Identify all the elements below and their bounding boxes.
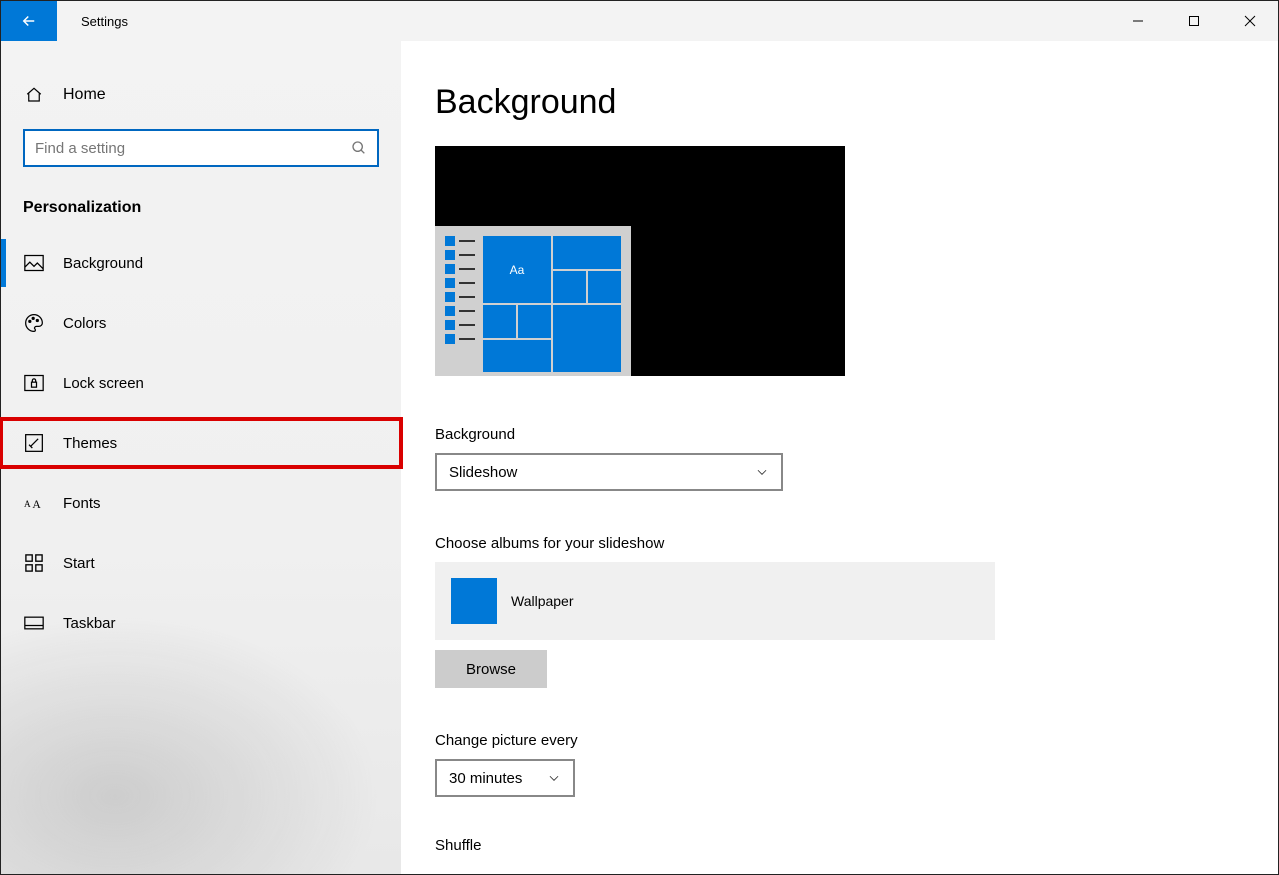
titlebar: Settings — [1, 1, 1278, 41]
change-interval-value: 30 minutes — [449, 770, 522, 787]
close-button[interactable] — [1222, 1, 1278, 41]
background-select[interactable]: Slideshow — [435, 453, 783, 491]
sidebar-home[interactable]: Home — [1, 71, 401, 119]
shadow-decoration — [1, 614, 381, 874]
maximize-icon — [1188, 15, 1200, 27]
change-interval-select[interactable]: 30 minutes — [435, 759, 575, 797]
svg-text:A: A — [24, 499, 31, 509]
search-icon — [351, 140, 367, 156]
window-controls — [1110, 1, 1278, 41]
sidebar-item-label: Start — [63, 555, 95, 572]
sidebar-item-label: Themes — [63, 435, 117, 452]
browse-button[interactable]: Browse — [435, 650, 547, 688]
sidebar-item-label: Fonts — [63, 495, 101, 512]
album-name: Wallpaper — [511, 593, 574, 609]
sidebar-item-label: Lock screen — [63, 375, 144, 392]
sidebar-item-label: Colors — [63, 315, 106, 332]
app-title: Settings — [57, 1, 1110, 41]
start-icon — [23, 552, 45, 574]
sidebar-item-colors[interactable]: Colors — [1, 299, 401, 347]
search-wrap — [23, 129, 379, 167]
fonts-icon: AA — [23, 492, 45, 514]
sidebar-item-label: Taskbar — [63, 615, 116, 632]
arrow-left-icon — [20, 12, 38, 30]
page-title: Background — [435, 83, 1244, 122]
preview-tiles: Aa — [483, 236, 621, 372]
sidebar-home-label: Home — [63, 86, 106, 104]
desktop-preview: Aa — [435, 146, 845, 376]
preview-start-menu: Aa — [435, 226, 631, 376]
main-content: Background Aa — [401, 41, 1278, 874]
close-icon — [1244, 15, 1256, 27]
chevron-down-icon — [547, 771, 561, 785]
sidebar: Home Personalization Background Colors — [1, 41, 401, 874]
home-icon — [23, 84, 45, 106]
taskbar-icon — [23, 612, 45, 634]
search-input[interactable] — [23, 129, 379, 167]
minimize-icon — [1132, 15, 1144, 27]
minimize-button[interactable] — [1110, 1, 1166, 41]
sidebar-item-label: Background — [63, 255, 143, 272]
albums-label: Choose albums for your slideshow — [435, 535, 1244, 552]
sidebar-item-themes[interactable]: Themes — [1, 419, 401, 467]
svg-text:A: A — [32, 498, 41, 511]
back-button[interactable] — [1, 1, 57, 41]
sidebar-item-fonts[interactable]: AA Fonts — [1, 479, 401, 527]
lock-screen-icon — [23, 372, 45, 394]
picture-icon — [23, 252, 45, 274]
album-thumbnail — [451, 578, 497, 624]
change-interval-label: Change picture every — [435, 732, 1244, 749]
background-label: Background — [435, 426, 1244, 443]
preview-list — [445, 236, 475, 372]
maximize-button[interactable] — [1166, 1, 1222, 41]
sidebar-item-taskbar[interactable]: Taskbar — [1, 599, 401, 647]
themes-icon — [23, 432, 45, 454]
sidebar-section-header: Personalization — [1, 185, 401, 239]
sidebar-item-start[interactable]: Start — [1, 539, 401, 587]
album-item[interactable]: Wallpaper — [435, 562, 995, 640]
sidebar-item-lockscreen[interactable]: Lock screen — [1, 359, 401, 407]
chevron-down-icon — [755, 465, 769, 479]
sample-text-tile: Aa — [483, 236, 551, 303]
background-select-value: Slideshow — [449, 464, 517, 481]
palette-icon — [23, 312, 45, 334]
sidebar-item-background[interactable]: Background — [1, 239, 401, 287]
shuffle-label: Shuffle — [435, 837, 1244, 854]
